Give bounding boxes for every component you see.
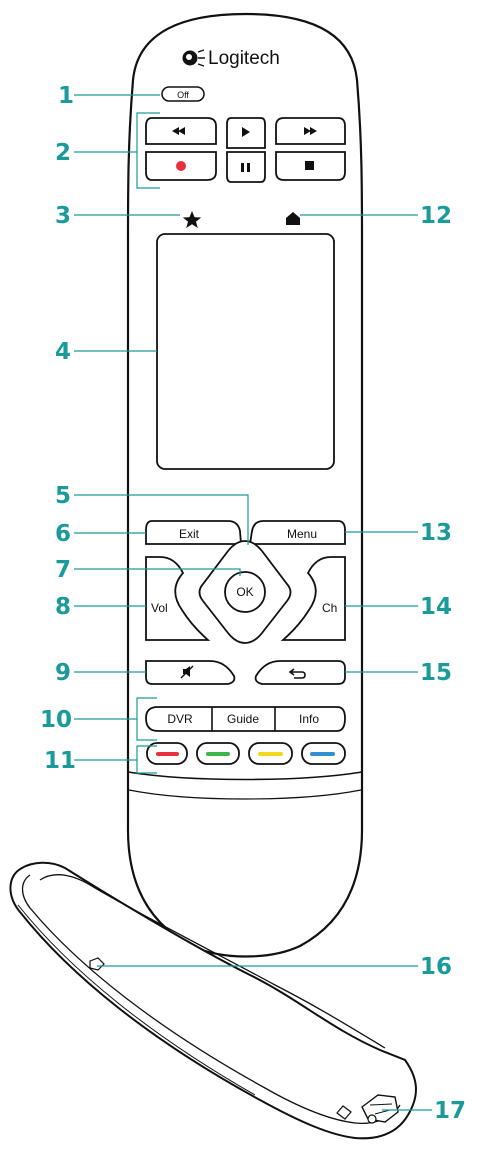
menu-button[interactable]: Menu <box>248 520 346 545</box>
callout-7: 7 <box>55 557 71 583</box>
rewind-button[interactable] <box>145 117 217 145</box>
menu-button-label: Menu <box>287 527 317 541</box>
exit-button-label: Exit <box>179 527 200 541</box>
dvr-button[interactable]: DVR <box>167 712 193 726</box>
blue-button[interactable] <box>301 742 346 765</box>
fast-forward-button[interactable] <box>275 117 346 145</box>
record-button[interactable] <box>145 151 217 181</box>
brand-name: Logitech <box>208 48 280 69</box>
off-button-label: Off <box>177 90 189 100</box>
callout-13: 13 <box>420 520 452 546</box>
green-button[interactable] <box>196 742 240 765</box>
callout-10: 10 <box>40 707 72 733</box>
callout-3: 3 <box>55 203 71 229</box>
callout-2: 2 <box>55 140 71 166</box>
callout-11: 11 <box>44 748 76 774</box>
callout-4: 4 <box>55 339 71 365</box>
callout-15: 15 <box>420 660 452 686</box>
play-button[interactable] <box>226 117 266 149</box>
off-button[interactable]: Off <box>161 86 205 102</box>
guide-button[interactable]: Guide <box>227 712 259 726</box>
info-button[interactable]: Info <box>299 712 319 726</box>
mute-button[interactable] <box>145 660 236 685</box>
record-icon <box>176 161 186 171</box>
back-button[interactable] <box>254 660 346 685</box>
callout-1: 1 <box>58 83 74 109</box>
ok-button[interactable]: OK <box>224 571 266 613</box>
ok-button-label: OK <box>236 585 253 599</box>
stop-button[interactable] <box>275 151 346 181</box>
callout-14: 14 <box>420 594 452 620</box>
pause-button[interactable] <box>226 151 266 183</box>
callout-17: 17 <box>434 1098 466 1124</box>
volume-label: Vol <box>151 601 168 615</box>
callout-16: 16 <box>420 954 452 980</box>
battery-screw <box>367 1114 377 1124</box>
callout-9: 9 <box>55 660 71 686</box>
yellow-button[interactable] <box>248 742 293 765</box>
stop-icon <box>305 161 314 170</box>
channel-label: Ch <box>322 601 337 615</box>
callout-5: 5 <box>55 483 71 509</box>
touch-screen[interactable] <box>156 233 335 470</box>
exit-button[interactable]: Exit <box>145 520 242 545</box>
callout-8: 8 <box>55 594 71 620</box>
callout-12: 12 <box>420 203 452 229</box>
callout-6: 6 <box>55 521 71 547</box>
